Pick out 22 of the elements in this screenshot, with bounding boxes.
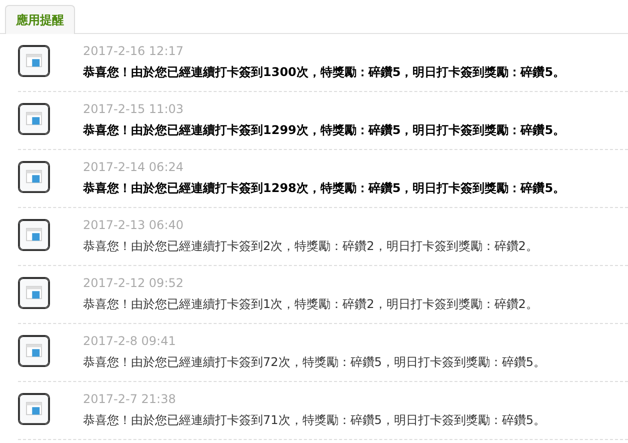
notification-icon (18, 277, 50, 309)
notification-time: 2017-2-15 11:03 (83, 101, 184, 117)
notification-time: 2017-2-13 06:40 (83, 217, 184, 233)
notification-message: 恭喜您！由於您已經連續打卡簽到2次，特獎勵：碎鑽2，明日打卡簽到獎勵：碎鑽2。 (83, 238, 538, 254)
notification-time: 2017-2-8 09:41 (83, 333, 177, 349)
notification-time: 2017-2-16 12:17 (83, 43, 184, 59)
notification-time: 2017-2-12 09:52 (83, 275, 184, 291)
notification-icon (18, 103, 50, 135)
notification-icon (18, 219, 50, 251)
tab[interactable]: 應用提醒 (5, 5, 75, 34)
notification-icon (18, 335, 50, 367)
notification-icon (18, 393, 50, 425)
notification-message: 恭喜您！由於您已經連續打卡簽到71次，特獎勵：碎鑽5，明日打卡簽到獎勵：碎鑽5。 (83, 412, 546, 428)
notification-message: 恭喜您！由於您已經連續打卡簽到1299次，特獎勵：碎鑽5，明日打卡簽到獎勵：碎鑽5。 (83, 122, 566, 138)
notification-message: 恭喜您！由於您已經連續打卡簽到72次，特獎勵：碎鑽5，明日打卡簽到獎勵：碎鑽5。 (83, 354, 546, 370)
notification-icon (18, 161, 50, 193)
notification-time: 2017-2-14 06:24 (83, 159, 184, 175)
notification-time: 2017-2-7 21:38 (83, 391, 177, 407)
notification-icon (18, 45, 50, 77)
notification-message: 恭喜您！由於您已經連續打卡簽到1次，特獎勵：碎鑽2，明日打卡簽到獎勵：碎鑽2。 (83, 296, 538, 312)
notification-message: 恭喜您！由於您已經連續打卡簽到1298次，特獎勵：碎鑽5，明日打卡簽到獎勵：碎鑽5。 (83, 180, 566, 196)
notification-message: 恭喜您！由於您已經連續打卡簽到1300次，特獎勵：碎鑽5，明日打卡簽到獎勵：碎鑽5。 (83, 64, 566, 80)
